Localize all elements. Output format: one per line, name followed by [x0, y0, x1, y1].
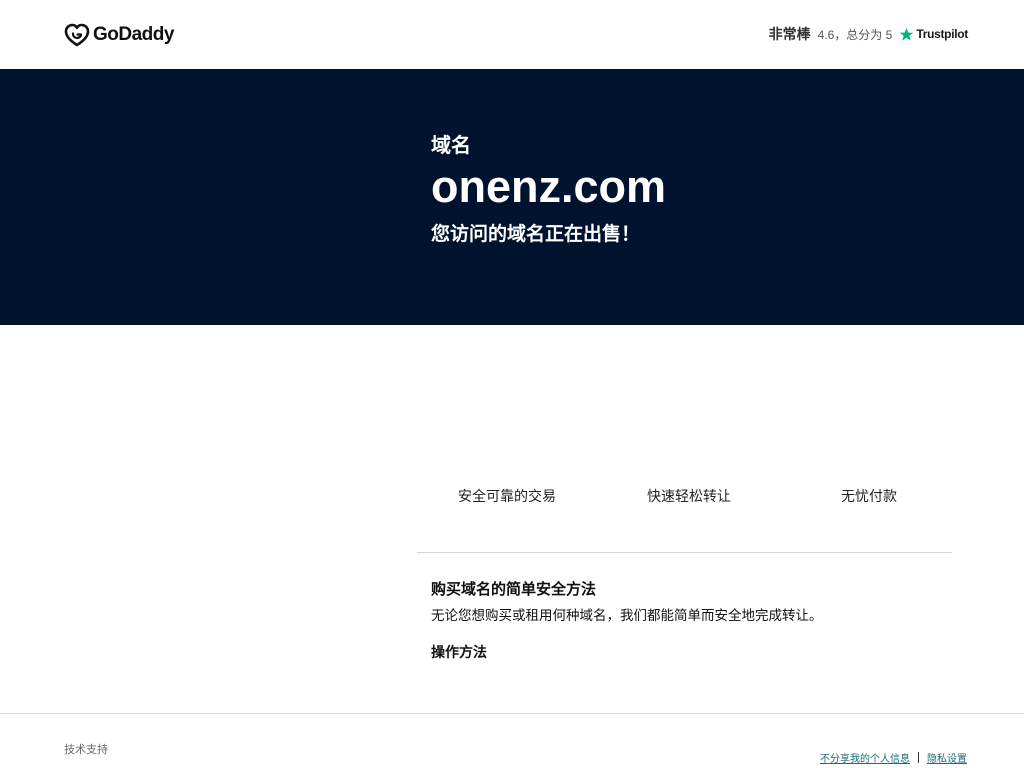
site-footer: 技术支持 不分享我的个人信息 隐私设置 [0, 713, 1024, 768]
support-link[interactable]: 技术支持 [64, 741, 108, 757]
trustpilot-brand: Trustpilot [916, 27, 968, 41]
do-not-share-info-link[interactable]: 不分享我的个人信息 [820, 750, 910, 765]
brand-name: GoDaddy [93, 23, 174, 45]
star-icon [900, 27, 914, 41]
info-title: 购买域名的简单安全方法 [431, 581, 597, 598]
hero-banner: 域名 onenz.com 您访问的域名正在出售！ [0, 69, 1024, 325]
site-header: GoDaddy 非常棒 4.6，总分为 5 Trustpilot [0, 0, 1024, 69]
privacy-settings-link[interactable]: 隐私设置 [927, 750, 967, 765]
rating-score: 4.6，总分为 5 [817, 27, 893, 42]
feature-fast-transfer: 快速轻松转让 [647, 488, 731, 504]
hero-label: 域名 [431, 135, 471, 157]
rating-word: 非常棒 [768, 26, 811, 42]
feature-list: 安全可靠的交易 快速轻松转让 无忧付款 [417, 486, 952, 508]
godaddy-logo[interactable]: GoDaddy [64, 22, 174, 47]
footer-links: 不分享我的个人信息 隐私设置 [820, 750, 967, 765]
how-it-works-link[interactable]: 操作方法 [431, 642, 487, 662]
godaddy-heart-logo-icon [64, 23, 90, 46]
section-divider [417, 552, 952, 553]
trustpilot-rating[interactable]: 非常棒 4.6，总分为 5 Trustpilot [768, 24, 969, 44]
for-sale-message: 您访问的域名正在出售！ [431, 224, 641, 245]
page: GoDaddy 非常棒 4.6，总分为 5 Trustpilot 域名 onen… [0, 0, 1024, 768]
feature-secure-transaction: 安全可靠的交易 [458, 488, 556, 504]
info-description: 无论您想购买或租用何种域名，我们都能简单而安全地完成转让。 [431, 608, 823, 623]
domain-name: onenz.com [431, 161, 667, 212]
feature-easy-payment: 无忧付款 [841, 488, 897, 504]
footer-separator [918, 752, 919, 763]
